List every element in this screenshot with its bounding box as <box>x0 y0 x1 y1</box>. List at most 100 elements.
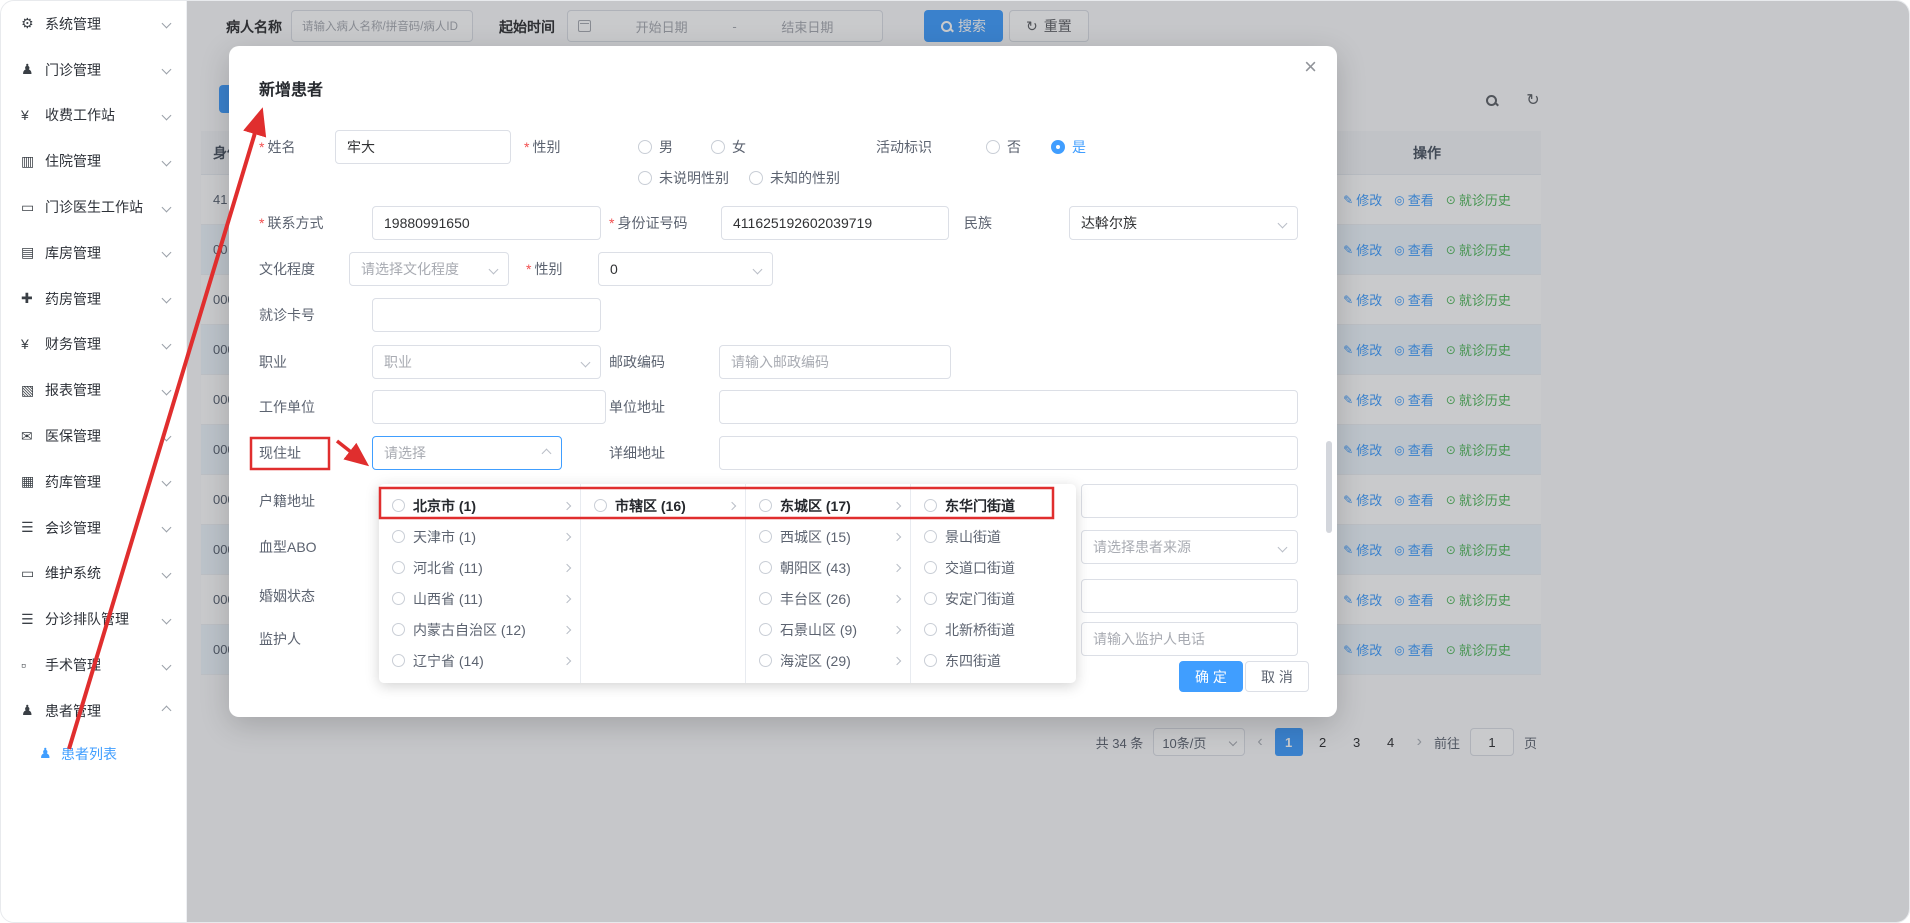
cascader-option[interactable]: 市辖区 (16) <box>581 490 745 521</box>
cascader-option[interactable]: 石景山区 (9) <box>746 614 910 645</box>
detail-address-input[interactable] <box>719 436 1298 470</box>
cascader-option[interactable]: 丰台区 (26) <box>746 583 910 614</box>
sidebar-item-patient-list[interactable]: ♟ 患者列表 <box>1 734 186 774</box>
users-icon: ♟ <box>21 61 45 78</box>
chart-icon: ▥ <box>21 153 45 170</box>
sidebar-item-4[interactable]: ▥住院管理 <box>1 138 186 184</box>
radio-icon <box>392 499 405 512</box>
gender-code-select[interactable]: 0 <box>598 252 773 286</box>
sidebar-item-3[interactable]: ¥收费工作站 <box>1 93 186 139</box>
radio-icon <box>759 623 772 636</box>
unit-address-label: 单位地址 <box>609 397 665 417</box>
education-select[interactable]: 请选择文化程度 <box>349 252 509 286</box>
chevron-down-icon <box>162 477 172 487</box>
gender-option-unstated[interactable]: 未说明性别 <box>638 168 729 188</box>
cascader-option[interactable]: 天津市 (1) <box>379 521 580 552</box>
cascader-option[interactable]: 东四街道 <box>911 645 1076 676</box>
cascader-option[interactable]: 河北省 (11) <box>379 552 580 583</box>
cancel-button[interactable]: 取 消 <box>1245 661 1309 692</box>
chevron-down-icon <box>162 569 172 579</box>
sidebar-menu: ⚙系统管理♟门诊管理¥收费工作站▥住院管理▭门诊医生工作站▤库房管理✚药房管理¥… <box>1 1 186 734</box>
sidebar-item-13[interactable]: ▭维护系统 <box>1 551 186 597</box>
gender-option-unknown[interactable]: 未知的性别 <box>749 168 840 188</box>
user-icon: ♟ <box>21 702 45 719</box>
chevron-down-icon <box>753 264 763 274</box>
sidebar-item-2[interactable]: ♟门诊管理 <box>1 47 186 93</box>
education-label: 文化程度 <box>259 259 315 279</box>
cascader-option[interactable]: 北京市 (1) <box>379 490 580 521</box>
radio-icon <box>759 592 772 605</box>
radio-icon <box>759 530 772 543</box>
postal-code-input[interactable]: 请输入邮政编码 <box>719 345 951 379</box>
sidebar-submenu-label: 患者列表 <box>61 744 117 764</box>
name-label: *姓名 <box>259 137 295 157</box>
cascader-option[interactable]: 西城区 (15) <box>746 521 910 552</box>
cascader-option[interactable]: 内蒙古自治区 (12) <box>379 614 580 645</box>
gender-option-male[interactable]: 男 <box>638 137 673 157</box>
current-address-cascader[interactable]: 请选择 <box>372 436 562 470</box>
sidebar-item-12[interactable]: ☰会诊管理 <box>1 505 186 551</box>
confirm-button[interactable]: 确 定 <box>1179 661 1243 692</box>
active-flag-option-no[interactable]: 否 <box>986 137 1021 157</box>
sidebar-item-16[interactable]: ♟患者管理 <box>1 688 186 734</box>
gender-option-female[interactable]: 女 <box>711 137 746 157</box>
modal-scrollbar[interactable] <box>1326 441 1332 533</box>
patient-source-select[interactable]: 请选择患者来源 <box>1081 530 1298 564</box>
sidebar-item-7[interactable]: ✚药房管理 <box>1 276 186 322</box>
sidebar-item-6[interactable]: ▤库房管理 <box>1 230 186 276</box>
household-address-input[interactable] <box>1081 484 1298 518</box>
cascader-option[interactable]: 东华门街道 <box>911 490 1076 521</box>
ethnicity-select[interactable]: 达斡尔族 <box>1069 206 1298 240</box>
contact-input[interactable]: 19880991650 <box>372 206 601 240</box>
name-input[interactable]: 牢大 <box>335 130 511 164</box>
marital-status-input[interactable] <box>1081 579 1298 613</box>
cascader-option[interactable]: 景山街道 <box>911 521 1076 552</box>
household-address-label: 户籍地址 <box>259 491 315 511</box>
cascader-option[interactable]: 交道口街道 <box>911 552 1076 583</box>
radio-icon <box>392 623 405 636</box>
cascader-option[interactable]: 辽宁省 (14) <box>379 645 580 676</box>
active-flag-option-yes[interactable]: 是 <box>1051 137 1086 157</box>
chevron-right-icon <box>563 594 571 602</box>
sidebar-item-15[interactable]: ▫手术管理 <box>1 642 186 688</box>
chevron-right-icon <box>893 563 901 571</box>
cascader-option[interactable]: 海淀区 (29) <box>746 645 910 676</box>
chevron-down-icon <box>162 111 172 121</box>
radio-icon <box>594 499 607 512</box>
visit-card-input[interactable] <box>372 298 601 332</box>
work-unit-input[interactable] <box>372 390 606 424</box>
guardian-label: 监护人 <box>259 629 301 649</box>
sidebar-item-9[interactable]: ▧报表管理 <box>1 367 186 413</box>
cascader-option[interactable]: 山西省 (11) <box>379 583 580 614</box>
ethnicity-label: 民族 <box>964 213 992 233</box>
blood-type-label: 血型ABO <box>259 537 317 557</box>
cascader-option[interactable]: 北新桥街道 <box>911 614 1076 645</box>
sidebar-item-8[interactable]: ¥财务管理 <box>1 322 186 368</box>
radio-icon <box>392 530 405 543</box>
cascader-option[interactable]: 朝阳区 (43) <box>746 552 910 583</box>
sidebar-item-10[interactable]: ✉医保管理 <box>1 413 186 459</box>
cascader-option[interactable]: 东城区 (17) <box>746 490 910 521</box>
sidebar-item-11[interactable]: ▦药库管理 <box>1 459 186 505</box>
close-icon[interactable]: × <box>1304 56 1317 78</box>
sidebar-item-1[interactable]: ⚙系统管理 <box>1 1 186 47</box>
occupation-label: 职业 <box>259 352 287 372</box>
radio-checked-icon <box>1051 140 1065 154</box>
chevron-down-icon <box>162 156 172 166</box>
guardian-phone-input[interactable]: 请输入监护人电话 <box>1081 622 1298 656</box>
id-number-input[interactable]: 411625192602039719 <box>721 206 949 240</box>
radio-icon <box>924 623 937 636</box>
queue-icon: ☰ <box>21 611 45 628</box>
sidebar-item-5[interactable]: ▭门诊医生工作站 <box>1 184 186 230</box>
chevron-down-icon <box>162 523 172 533</box>
chevron-down-icon <box>581 357 591 367</box>
medical-cross-icon: ✚ <box>21 290 45 307</box>
cascader-option[interactable]: 安定门街道 <box>911 583 1076 614</box>
unit-address-input[interactable] <box>719 390 1298 424</box>
chevron-down-icon <box>162 65 172 75</box>
radio-icon <box>638 171 652 185</box>
occupation-select[interactable]: 职业 <box>372 345 601 379</box>
sidebar-item-14[interactable]: ☰分诊排队管理 <box>1 596 186 642</box>
marital-status-label: 婚姻状态 <box>259 586 315 606</box>
radio-icon <box>759 654 772 667</box>
